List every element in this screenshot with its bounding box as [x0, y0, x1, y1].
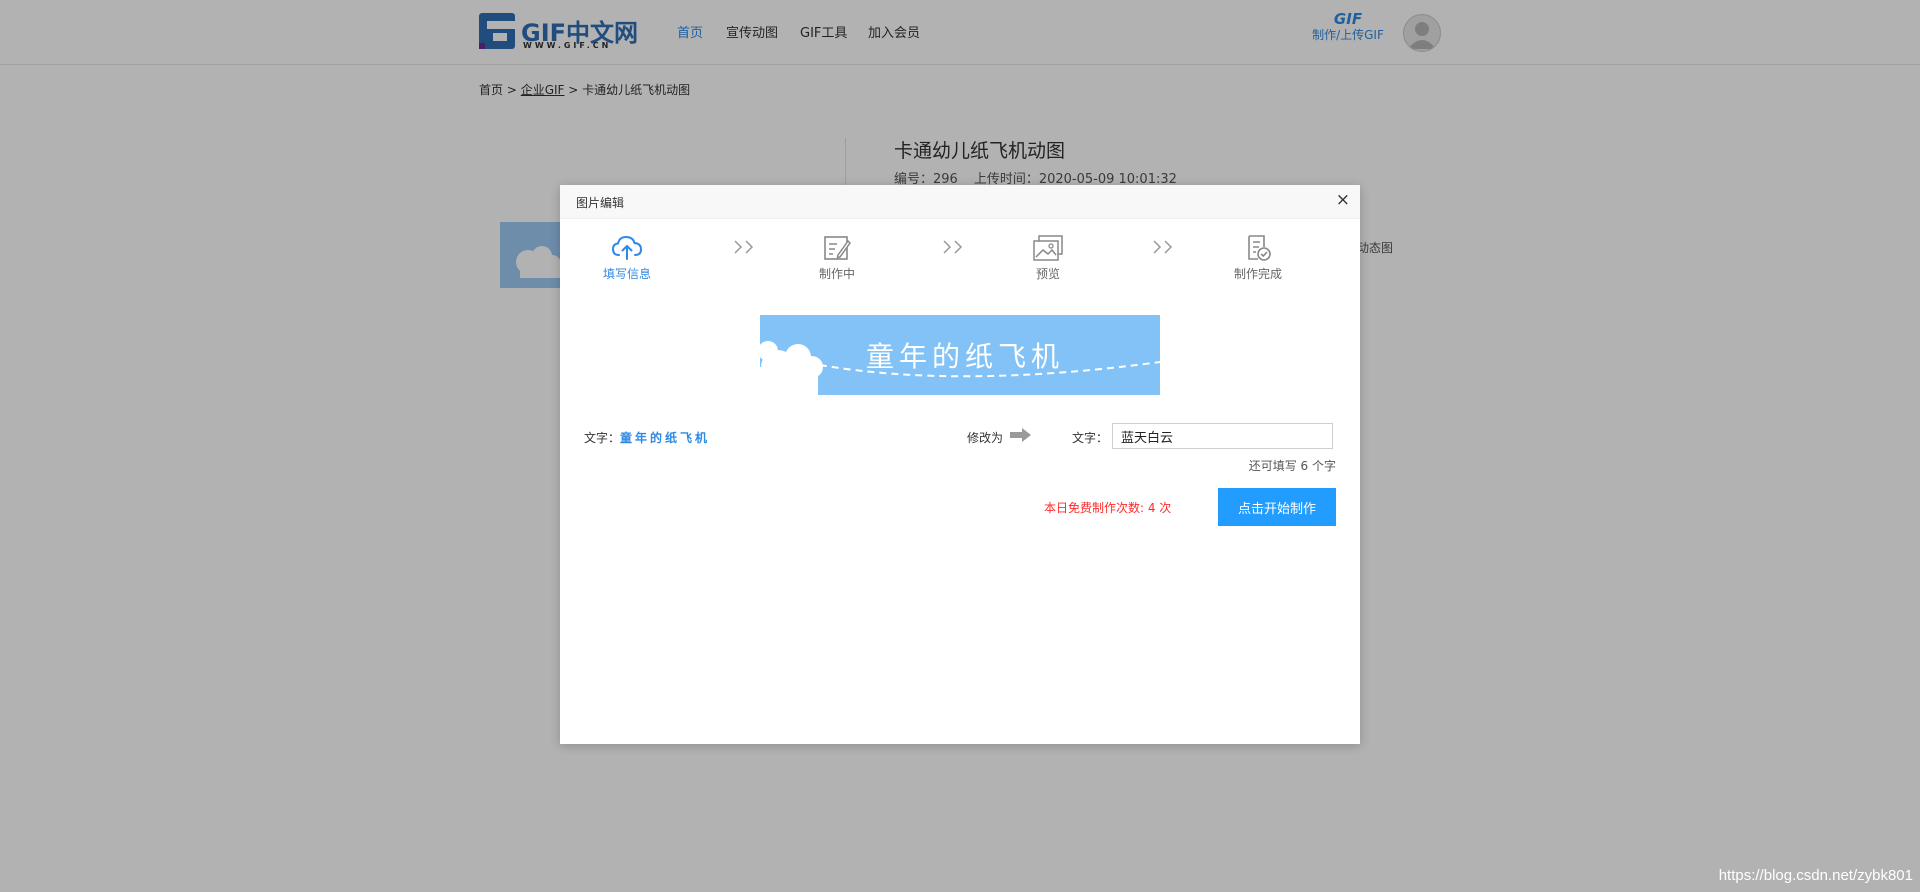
- image-edit-dialog: 图片编辑 × 填写信息 制作中 预览 制作完成 童年的纸飞机 文字：童年的纸飞机…: [560, 185, 1360, 744]
- step-label: 预览: [1035, 267, 1060, 281]
- chevron-double-right-icon: [734, 240, 754, 254]
- step-label: 填写信息: [602, 267, 651, 281]
- step-making: 制作中: [792, 233, 882, 282]
- chevron-double-right-icon: [943, 240, 963, 254]
- step-label: 制作完成: [1233, 267, 1282, 281]
- step-label: 制作中: [818, 267, 855, 281]
- edit-document-icon: [824, 236, 851, 260]
- step-fill-info: 填写信息: [582, 233, 672, 282]
- new-text-label: 文字：: [1072, 431, 1109, 445]
- original-text-label: 文字：: [584, 431, 621, 445]
- original-text-row: 文字：童年的纸飞机: [584, 429, 710, 446]
- step-complete: 制作完成: [1213, 233, 1303, 282]
- dialog-header: 图片编辑 ×: [560, 185, 1360, 219]
- free-uses-remaining: 本日免费制作次数: 4 次: [1044, 501, 1172, 515]
- remaining-chars: 还可填写 6 个字: [1248, 459, 1336, 473]
- close-icon[interactable]: ×: [1336, 191, 1350, 209]
- document-check-icon: [1248, 235, 1271, 261]
- modify-to-label: 修改为: [967, 431, 1004, 445]
- arrow-right-icon: [1010, 428, 1031, 442]
- dialog-title: 图片编辑: [576, 196, 625, 210]
- preview-text: 童年的纸飞机: [865, 340, 1064, 373]
- chevron-double-right-icon: [1153, 240, 1173, 254]
- cloud-upload-icon: [611, 235, 643, 260]
- image-preview-icon: [1033, 235, 1063, 261]
- gif-preview: 童年的纸飞机: [760, 315, 1160, 395]
- step-preview: 预览: [1003, 233, 1093, 282]
- original-text-value: 童年的纸飞机: [620, 431, 711, 445]
- start-making-button[interactable]: 点击开始制作: [1218, 488, 1336, 526]
- new-text-input[interactable]: [1112, 423, 1333, 449]
- watermark: https://blog.csdn.net/zybk801: [1718, 867, 1913, 884]
